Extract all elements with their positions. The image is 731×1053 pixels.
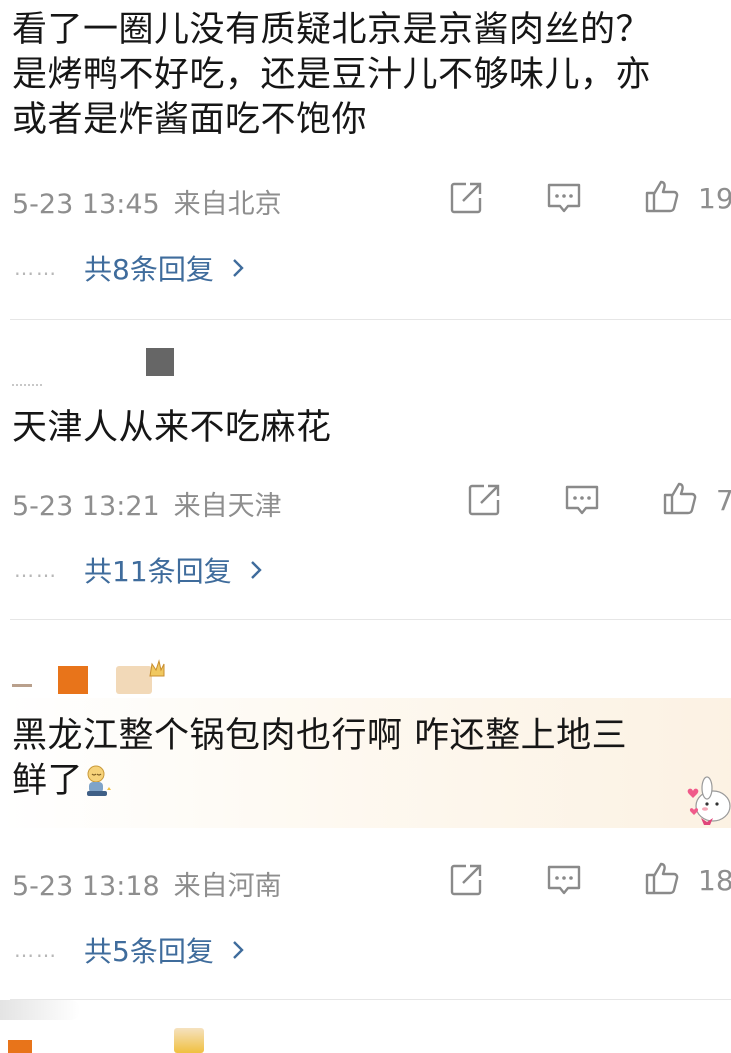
- thumbs-up-icon: [645, 180, 679, 213]
- comment-card: 黑龙江整个锅包肉也行啊 咋还整上地三 鲜了 5-23 13:18 来自河南 18 …: [0, 620, 731, 1000]
- comment-location: 来自北京: [173, 189, 282, 220]
- comment-location: 来自河南: [173, 871, 282, 902]
- comment-button[interactable]: [542, 176, 586, 220]
- username-redacted: [12, 672, 32, 687]
- repost-icon: [450, 182, 482, 214]
- view-replies-link[interactable]: …… 共5条回复: [14, 930, 246, 970]
- user-badge-icon: [174, 1028, 204, 1053]
- comment-text: 黑龙江整个锅包肉也行啊 咋还整上地三 鲜了: [12, 714, 711, 804]
- comment-time: 5-23 13:21: [12, 491, 160, 522]
- divider: [10, 999, 731, 1000]
- repost-icon: [468, 484, 500, 516]
- comment-location: 来自天津: [173, 491, 282, 522]
- like-button[interactable]: [640, 856, 684, 900]
- chevron-right-icon: [232, 941, 244, 959]
- thumbs-up-icon: [645, 862, 679, 895]
- comment-button[interactable]: [542, 858, 586, 902]
- comment-icon: [547, 865, 581, 895]
- comment-time: 5-23 13:45: [12, 189, 160, 220]
- user-badge-icon: [58, 666, 88, 694]
- username-redacted: [0, 1000, 80, 1020]
- reply-count: 共8条回复: [84, 253, 214, 286]
- like-count: 18: [698, 864, 731, 897]
- user-badge-icon: [116, 666, 152, 694]
- reply-count: 共11条回复: [84, 555, 232, 588]
- sitting-figure-emoji-icon: [87, 765, 112, 796]
- repost-button[interactable]: [462, 478, 506, 522]
- comment-button[interactable]: [560, 478, 604, 522]
- view-replies-link[interactable]: …… 共8条回复: [14, 248, 246, 288]
- like-count: 7: [716, 484, 731, 517]
- reply-count: 共5条回复: [84, 935, 214, 968]
- comment-icon: [565, 485, 599, 515]
- comment-icon: [547, 183, 581, 213]
- like-button[interactable]: [658, 476, 702, 520]
- repost-button[interactable]: [444, 858, 488, 902]
- repost-icon: [450, 864, 482, 896]
- reply-dots: ……: [14, 256, 58, 280]
- comment-time: 5-23 13:18: [12, 871, 160, 902]
- comment-card: 看了一圈儿没有质疑北京是京酱肉丝的？ 是烤鸭不好吃，还是豆汁儿不够味儿，亦 或者…: [0, 0, 731, 320]
- comment-meta: 5-23 13:45 来自北京: [12, 182, 282, 221]
- reply-dots: ……: [14, 938, 58, 962]
- comment-meta: 5-23 13:18 来自河南: [12, 864, 282, 903]
- reply-dots: ……: [14, 558, 58, 582]
- comment-card: 天津人从来不吃麻花 5-23 13:21 来自天津 7 …… 共11条回复: [0, 320, 731, 620]
- like-count: 19: [698, 182, 731, 215]
- chevron-right-icon: [232, 259, 244, 277]
- user-badge-icon: [8, 1040, 32, 1053]
- chevron-right-icon: [250, 561, 262, 579]
- username-redacted: [12, 370, 42, 386]
- thumbs-up-icon: [663, 482, 697, 515]
- repost-button[interactable]: [444, 176, 488, 220]
- crown-icon: [148, 658, 166, 680]
- comment-text: 天津人从来不吃麻花: [12, 408, 332, 448]
- comment-text: 看了一圈儿没有质疑北京是京酱肉丝的？ 是烤鸭不好吃，还是豆汁儿不够味儿，亦 或者…: [12, 10, 652, 140]
- user-badge-icon: [146, 348, 174, 376]
- cute-bunny-sticker-icon: [683, 772, 731, 832]
- comment-meta: 5-23 13:21 来自天津: [12, 484, 282, 523]
- view-replies-link[interactable]: …… 共11条回复: [14, 550, 264, 590]
- like-button[interactable]: [640, 174, 684, 218]
